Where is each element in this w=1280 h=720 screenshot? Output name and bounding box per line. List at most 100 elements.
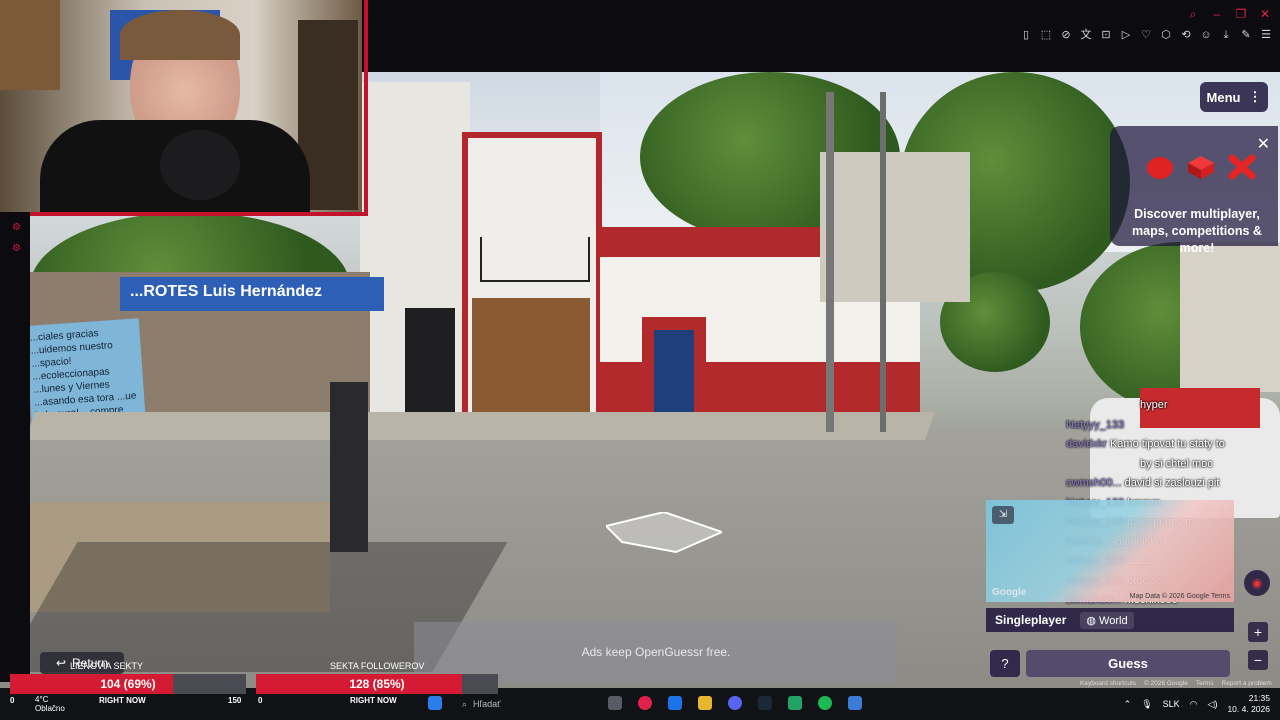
clock-date: 10. 4. 2026: [1227, 704, 1270, 714]
zoom-out-button[interactable]: −: [1248, 650, 1268, 670]
screenshot-icon[interactable]: ⬚: [1040, 29, 1052, 41]
discord-icon[interactable]: [728, 696, 742, 710]
map-terms-link[interactable]: Terms: [1211, 593, 1230, 600]
guess-minimap[interactable]: ⇲ Google Map Data © 2026 Google Terms: [986, 500, 1234, 602]
screen: ⌕ – ❐ ✕ ▯ ⬚ ⊘ 文 ⊡ ▷ ♡ ⬡ ⟲ ☺ ⤓ ✎ ☰ ...ROT…: [0, 0, 1280, 720]
mode-label: Singleplayer: [995, 613, 1067, 627]
microphone-icon[interactable]: 🎙: [1141, 699, 1152, 710]
copyright-text: © 2026 Google: [1144, 680, 1188, 687]
extension-icons: ▯ ⬚ ⊘ 文 ⊡ ▷ ♡ ⬡ ⟲ ☺ ⤓ ✎ ☰: [1020, 29, 1272, 41]
world-badge[interactable]: ◍ World: [1080, 611, 1134, 629]
settings-icon: ⚙: [12, 243, 21, 254]
close-icon[interactable]: ✕: [1258, 8, 1272, 20]
globe-icon: ◍: [1086, 614, 1100, 627]
promo-shapes: [1146, 154, 1256, 180]
play-icon[interactable]: ▷: [1120, 29, 1132, 41]
chat-username[interactable]: cwmsh00...: [1066, 477, 1122, 489]
opera-gx-icon[interactable]: [638, 696, 652, 710]
world-label: World: [1099, 614, 1128, 627]
keyboard-shortcuts-link[interactable]: Keyboard shortcuts: [1080, 680, 1136, 687]
red-cube-icon: [1188, 156, 1214, 179]
windows-start-icon[interactable]: [428, 696, 442, 710]
system-tray: ⌃ 🎙 SLK ◠ ◁) 21:35 10. 4. 2026: [1124, 693, 1270, 715]
chat-message: hyper: [1066, 396, 1280, 416]
report-problem-link[interactable]: Report a problem: [1222, 680, 1272, 687]
shield-icon[interactable]: ⊘: [1060, 29, 1072, 41]
menu-button[interactable]: Menu ⋮: [1200, 82, 1268, 112]
utility-pole: [826, 92, 834, 432]
more-vertical-icon: ⋮: [1248, 89, 1262, 104]
language-indicator[interactable]: SLK: [1163, 699, 1180, 709]
notepad-icon[interactable]: [848, 696, 862, 710]
heart-icon[interactable]: ♡: [1140, 29, 1152, 41]
navigation-arrow[interactable]: [606, 512, 722, 556]
help-button[interactable]: ?: [990, 650, 1020, 677]
right-goal-value: 128 (85%): [349, 677, 405, 691]
left-goal-max: 150: [228, 696, 242, 705]
sidebar-icon[interactable]: ☰: [1260, 29, 1272, 41]
wooden-gate: [472, 298, 590, 422]
map-credit: Map Data © 2026 Google Terms: [1130, 593, 1230, 600]
promo-card[interactable]: ✕ Discover multiplayer, maps, competitio…: [1110, 126, 1278, 255]
weather-widget[interactable]: 4°C Oblačno: [35, 695, 65, 713]
right-goal-min: 0: [258, 696, 263, 705]
building-right: [1180, 242, 1280, 392]
weather-desc: Oblačno: [35, 704, 65, 713]
wifi-icon[interactable]: ◠: [1190, 699, 1198, 710]
xbox-icon[interactable]: [788, 696, 802, 710]
download-icon[interactable]: ⤓: [1220, 29, 1232, 41]
zoom-in-button[interactable]: +: [1248, 622, 1268, 642]
chat-message: by si chtel moc: [1066, 455, 1280, 475]
outlook-icon[interactable]: [668, 696, 682, 710]
chat-username[interactable]: davidxkr: [1066, 438, 1107, 450]
right-goal-label: SEKTA FOLLOWEROV: [330, 661, 425, 671]
menu-label: Menu: [1206, 89, 1241, 105]
clock[interactable]: 21:35 10. 4. 2026: [1227, 693, 1270, 715]
history-icon[interactable]: ⟲: [1180, 29, 1192, 41]
google-logo: Google: [992, 587, 1027, 598]
chat-text: david si zaslouzi pit: [1124, 477, 1220, 489]
sidewalk: [24, 412, 936, 440]
task-view-icon[interactable]: [608, 696, 622, 710]
game-mode-bar: Singleplayer ◍ World: [986, 608, 1234, 632]
search-placeholder: Hľadať: [473, 699, 501, 709]
bookmark-icon[interactable]: ▯: [1020, 29, 1032, 41]
speaker-icon[interactable]: ◁): [1208, 699, 1218, 710]
settings-icon: ⚙: [12, 222, 21, 233]
file-explorer-icon[interactable]: [698, 696, 712, 710]
guess-button[interactable]: Guess: [1026, 650, 1230, 677]
utility-pole: [880, 92, 886, 432]
right-goal-subtitle: RIGHT NOW: [350, 696, 397, 705]
window-controls: ⌕ – ❐ ✕: [1186, 8, 1272, 20]
expand-map-icon[interactable]: ⇲: [992, 506, 1014, 524]
taskbar-apps: [428, 696, 442, 710]
minimize-icon[interactable]: –: [1210, 8, 1224, 20]
weather-temp: 4°C: [35, 695, 49, 704]
extension-icon[interactable]: ⬡: [1160, 29, 1172, 41]
search-icon[interactable]: ⌕: [1186, 8, 1200, 20]
profile-icon[interactable]: ☺: [1200, 29, 1212, 41]
chat-username[interactable]: Natyyy_133: [1066, 419, 1124, 431]
close-icon[interactable]: ✕: [1257, 134, 1270, 154]
stream-sidebar: ⚙ ⚙: [0, 212, 30, 682]
clock-time: 21:35: [1248, 693, 1270, 703]
crop-icon[interactable]: ⊡: [1100, 29, 1112, 41]
ai-icon[interactable]: ✎: [1240, 29, 1252, 41]
chevron-up-icon[interactable]: ⌃: [1124, 699, 1132, 710]
left-goal-bar: 104 (69%): [10, 674, 246, 694]
post: [330, 382, 368, 552]
left-goal-subtitle: RIGHT NOW: [99, 696, 146, 705]
left-goal-value: 104 (69%): [100, 677, 156, 691]
terms-link[interactable]: Terms: [1196, 680, 1214, 687]
translate-icon[interactable]: 文: [1080, 29, 1092, 41]
steam-icon[interactable]: [758, 696, 772, 710]
taskbar-pinned: [608, 696, 862, 710]
chat-text: Kamo tipovat tu staty to: [1109, 438, 1225, 450]
taskbar-search[interactable]: ⌕ Hľadať: [456, 696, 586, 712]
maximize-icon[interactable]: ❐: [1234, 8, 1248, 20]
google-footer: Keyboard shortcuts © 2026 Google Terms R…: [1080, 680, 1272, 687]
chat-message: Natyyy_133: [1066, 416, 1280, 436]
compass-icon[interactable]: ◉: [1244, 570, 1270, 596]
spotify-icon[interactable]: [818, 696, 832, 710]
chat-message: davidxkr Kamo tipovat tu staty to: [1066, 435, 1280, 455]
